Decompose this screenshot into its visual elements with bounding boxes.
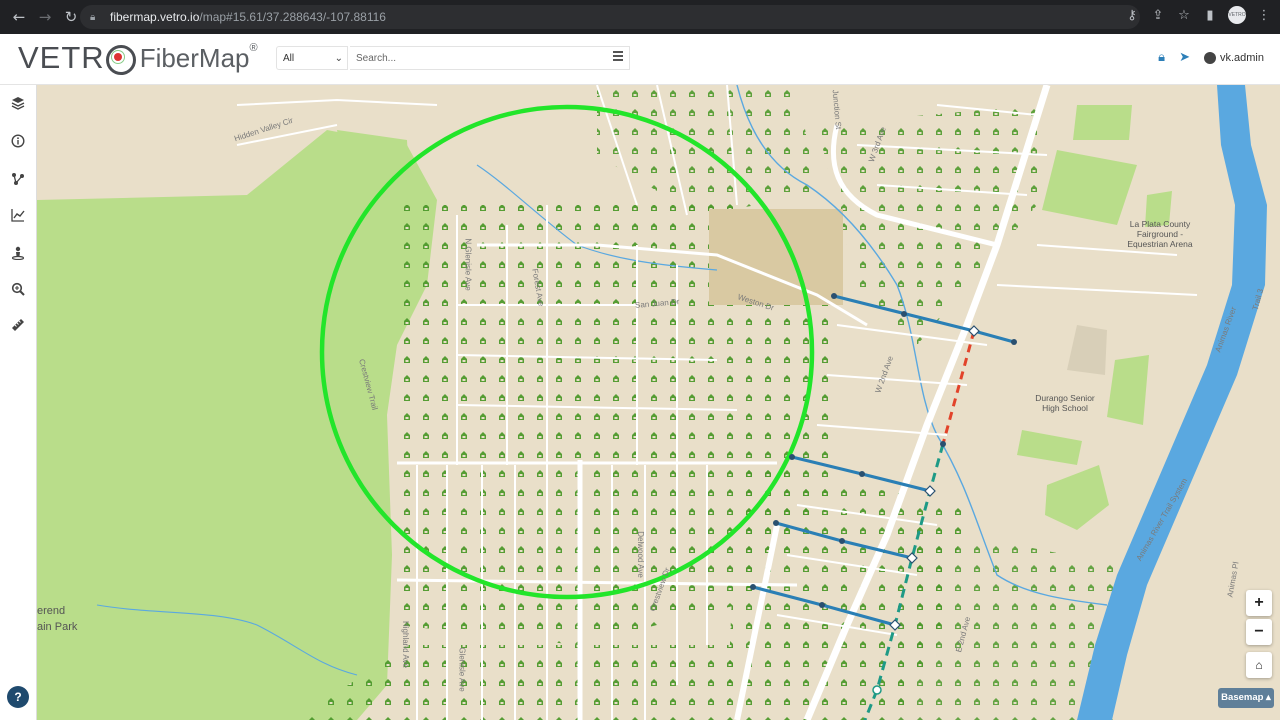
logo-registered: ® [249,42,258,54]
filter-value: All [283,53,295,64]
poi-school-label: Durango Senior High School [1035,393,1095,413]
street-label: N Glenisle Ave [463,238,473,291]
sports-field-1 [1073,105,1132,140]
user-icon [1203,51,1216,64]
url-path: /map#15.61/37.288643/-107.88116 [199,10,386,24]
user-name: vk.admin [1219,51,1264,64]
park-label-line1: erend [37,605,66,617]
search-filter-select[interactable]: All ⌄ [276,46,348,70]
home-extent-button[interactable]: ⌂ [1246,652,1272,678]
back-icon[interactable]: ← [8,6,30,28]
street-label: Delwood Ave [635,531,645,578]
zoom-in-button[interactable]: + [1246,590,1272,616]
sidebar-icon[interactable]: ▮ [1202,8,1218,23]
street-label: Glenisle Ave [457,647,467,692]
analytics-icon[interactable] [8,205,28,225]
basemap-button[interactable]: Basemap ▴ [1218,688,1274,708]
logo-mark-icon [105,45,136,75]
chevron-down-icon: ⌄ [334,53,343,64]
map-canvas[interactable]: Hidden Valley Cir N Glenisle Ave Forest … [37,85,1280,720]
logo-text: VETR [18,40,105,75]
help-chat-icon[interactable]: ? [7,686,29,708]
bookmark-star-icon[interactable]: ☆ [1176,8,1192,23]
park-area [37,130,437,720]
search-options-icon[interactable] [613,51,623,63]
lock-icon: 🔒︎ [90,11,96,23]
zoom-out-button[interactable]: − [1246,619,1272,645]
key-icon[interactable]: ⚷ [1124,8,1140,23]
measure-icon[interactable] [8,315,28,335]
service-location-icon[interactable] [8,243,28,263]
park-label-line2: ain Park [37,621,78,633]
reload-icon[interactable]: ↻ [60,6,82,28]
profile-avatar[interactable]: VETRO [1228,6,1246,24]
logo-product: FiberMap [139,42,250,73]
search-input[interactable] [350,46,630,70]
app-header: VETR FiberMap ® All ⌄ 🔒︎ ➤ vk.admin [0,34,1280,85]
left-toolbar: ? [0,85,37,720]
address-bar[interactable]: 🔒︎ fibermap.vetro.io/map#15.61/37.288643… [80,5,1140,29]
layers-icon[interactable] [8,93,28,113]
send-icon[interactable]: ➤ [1179,50,1190,65]
more-icon[interactable]: ⋮ [1256,8,1272,23]
vetro-logo[interactable]: VETR FiberMap ® [18,40,258,76]
lock-icon[interactable]: 🔒︎ [1158,50,1165,65]
zoom-search-icon[interactable] [8,279,28,299]
poi-fairground-label: La Plata County Fairground - Equestrian … [1127,219,1193,249]
share-icon[interactable]: ⇪ [1150,8,1166,23]
forward-icon[interactable]: → [34,6,56,28]
home-icon: ⌂ [1255,658,1263,672]
street-label: Highland Ave [401,621,410,668]
user-menu[interactable]: vk.admin [1203,51,1264,64]
info-icon[interactable] [8,131,28,151]
network-trace-icon[interactable] [8,169,28,189]
url-host: fibermap.vetro.io [110,10,200,24]
browser-toolbar: ← → ↻ 🔒︎ fibermap.vetro.io/map#15.61/37.… [0,0,1280,34]
